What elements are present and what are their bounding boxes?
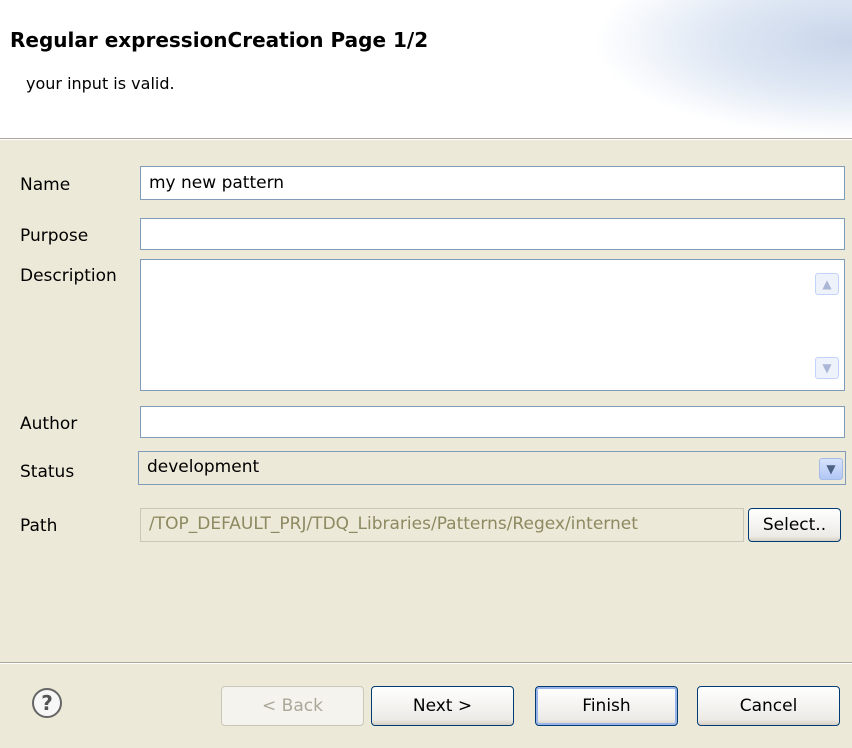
scroll-down-arrow-icon[interactable]: ▼ — [815, 357, 839, 379]
name-input[interactable] — [140, 166, 845, 200]
status-value: development — [147, 457, 260, 477]
author-input[interactable] — [140, 406, 845, 438]
author-label: Author — [20, 414, 78, 434]
path-field: /TOP_DEFAULT_PRJ/TDQ_Libraries/Patterns/… — [140, 508, 744, 542]
help-icon[interactable]: ? — [32, 688, 62, 718]
back-button[interactable]: < Back — [221, 686, 364, 726]
select-path-button[interactable]: Select.. — [748, 508, 841, 542]
scroll-up-arrow-icon[interactable]: ▲ — [815, 273, 839, 295]
purpose-label: Purpose — [20, 226, 89, 246]
finish-button[interactable]: Finish — [535, 686, 678, 726]
footer-separator — [0, 662, 852, 664]
description-label: Description — [20, 266, 117, 286]
status-label: Status — [20, 462, 75, 482]
status-select[interactable]: development ▼ — [138, 451, 846, 485]
purpose-input[interactable] — [140, 218, 845, 250]
validation-message: your input is valid. — [26, 74, 175, 93]
description-area: ▲ ▼ — [140, 259, 845, 391]
chevron-down-icon[interactable]: ▼ — [819, 458, 843, 480]
wizard-title: Regular expressionCreation Page 1/2 — [10, 28, 429, 52]
wizard-header: Regular expressionCreation Page 1/2 your… — [0, 0, 852, 138]
header-decoration — [592, 0, 852, 138]
path-label: Path — [20, 516, 58, 536]
description-scrollbar[interactable]: ▲ ▼ — [809, 261, 843, 389]
name-label: Name — [20, 175, 71, 195]
header-separator — [0, 138, 852, 140]
next-button[interactable]: Next > — [371, 686, 514, 726]
cancel-button[interactable]: Cancel — [697, 686, 840, 726]
description-textarea[interactable] — [141, 260, 806, 390]
